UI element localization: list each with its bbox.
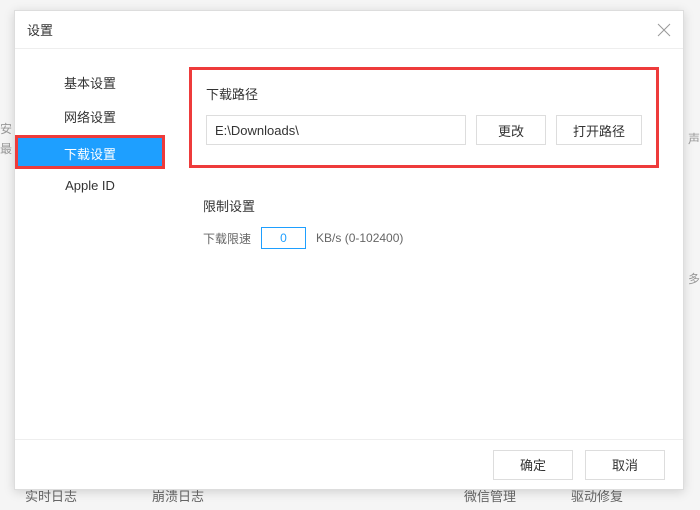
sidebar-item-appleid[interactable]: Apple ID	[15, 169, 165, 203]
dialog-body: 基本设置 网络设置 下载设置 Apple ID 下载路径 更改 打开路径 限制设…	[15, 49, 683, 439]
sidebar-item-basic[interactable]: 基本设置	[15, 67, 165, 101]
dialog-footer: 确定 取消	[15, 439, 683, 489]
close-icon	[655, 21, 673, 39]
ok-button[interactable]: 确定	[493, 450, 573, 480]
sidebar-item-download[interactable]: 下载设置	[15, 135, 165, 169]
close-button[interactable]	[655, 21, 673, 39]
bg-text: 最	[0, 140, 12, 157]
dialog-title: 设置	[27, 20, 53, 39]
limit-title: 限制设置	[189, 196, 659, 215]
bg-text: 多	[688, 270, 700, 287]
content-panel: 下载路径 更改 打开路径 限制设置 下载限速 KB/s (0-102400)	[165, 49, 683, 439]
change-path-button[interactable]: 更改	[476, 115, 546, 145]
download-path-row: 更改 打开路径	[206, 115, 642, 145]
bg-text: 安	[0, 120, 12, 137]
cancel-button[interactable]: 取消	[585, 450, 665, 480]
titlebar: 设置	[15, 11, 683, 49]
open-path-button[interactable]: 打开路径	[556, 115, 642, 145]
download-path-input[interactable]	[206, 115, 466, 145]
sidebar: 基本设置 网络设置 下载设置 Apple ID	[15, 49, 165, 439]
sidebar-item-network[interactable]: 网络设置	[15, 101, 165, 135]
download-path-title: 下载路径	[206, 84, 642, 103]
download-path-section: 下载路径 更改 打开路径	[189, 67, 659, 168]
limit-row: 下载限速 KB/s (0-102400)	[189, 227, 659, 249]
limit-section: 限制设置 下载限速 KB/s (0-102400)	[189, 196, 659, 249]
settings-dialog: 设置 基本设置 网络设置 下载设置 Apple ID 下载路径 更改 打开路径	[14, 10, 684, 490]
limit-unit: KB/s (0-102400)	[316, 231, 403, 245]
limit-label: 下载限速	[203, 230, 251, 247]
bg-text: 声	[688, 130, 700, 147]
speed-limit-input[interactable]	[261, 227, 306, 249]
